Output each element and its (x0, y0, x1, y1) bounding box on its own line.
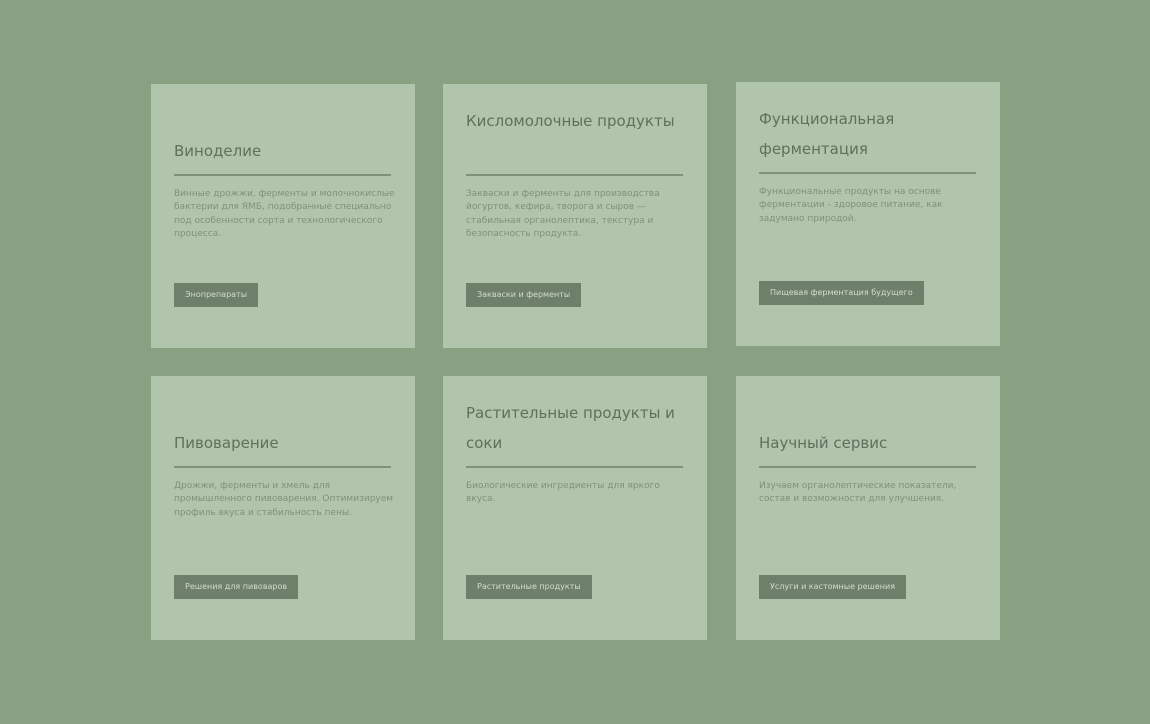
card-dairy: Кисломолочные продукты Закваски и фермен… (443, 84, 707, 348)
custom-services-button[interactable]: Услуги и кастомные решения (759, 575, 907, 599)
plant-products-button[interactable]: Растительные продукты (466, 575, 592, 599)
card-divider (466, 174, 683, 176)
starters-and-enzymes-button[interactable]: Закваски и ферменты (466, 283, 582, 307)
card-description: Закваски и ферменты для производства йог… (466, 189, 660, 239)
card-divider (174, 174, 391, 176)
card-description: Функциональные продукты на основе фермен… (759, 187, 943, 224)
card-scientific-service: Научный сервис Изучаем органолептические… (736, 376, 1000, 640)
card-divider (759, 172, 976, 174)
card-title: Функциональная ферментация (759, 110, 895, 158)
card-description: Изучаем органолептические показатели, со… (759, 481, 957, 505)
card-title: Растительные продукты и соки (466, 404, 675, 452)
card-divider (466, 466, 683, 468)
card-divider (174, 466, 391, 468)
food-fermentation-future-button[interactable]: Пищевая ферментация будущего (759, 281, 924, 305)
card-description: Биологические ингредиенты для яркого вку… (466, 481, 660, 505)
card-title: Научный сервис (759, 434, 888, 452)
card-description: Дрожжи, ферменты и хмель для промышленно… (174, 481, 394, 518)
card-description: Винные дрожжи, ферменты и молочнокислые … (174, 189, 395, 239)
card-title: Пивоварение (174, 434, 279, 452)
enopreparations-button[interactable]: Энопрепараты (174, 283, 259, 307)
card-title: Виноделие (174, 142, 262, 160)
card-winemaking: Виноделие Винные дрожжи, ферменты и моло… (151, 84, 415, 348)
brewer-solutions-button[interactable]: Решения для пивоваров (174, 575, 299, 599)
card-plant-products: Растительные продукты и соки Биологическ… (443, 376, 707, 640)
card-brewing: Пивоварение Дрожжи, ферменты и хмель для… (151, 376, 415, 640)
card-title: Кисломолочные продукты (466, 112, 675, 130)
card-divider (759, 466, 976, 468)
card-functional-fermentation: Функциональная ферментация Функциональны… (736, 82, 1000, 346)
